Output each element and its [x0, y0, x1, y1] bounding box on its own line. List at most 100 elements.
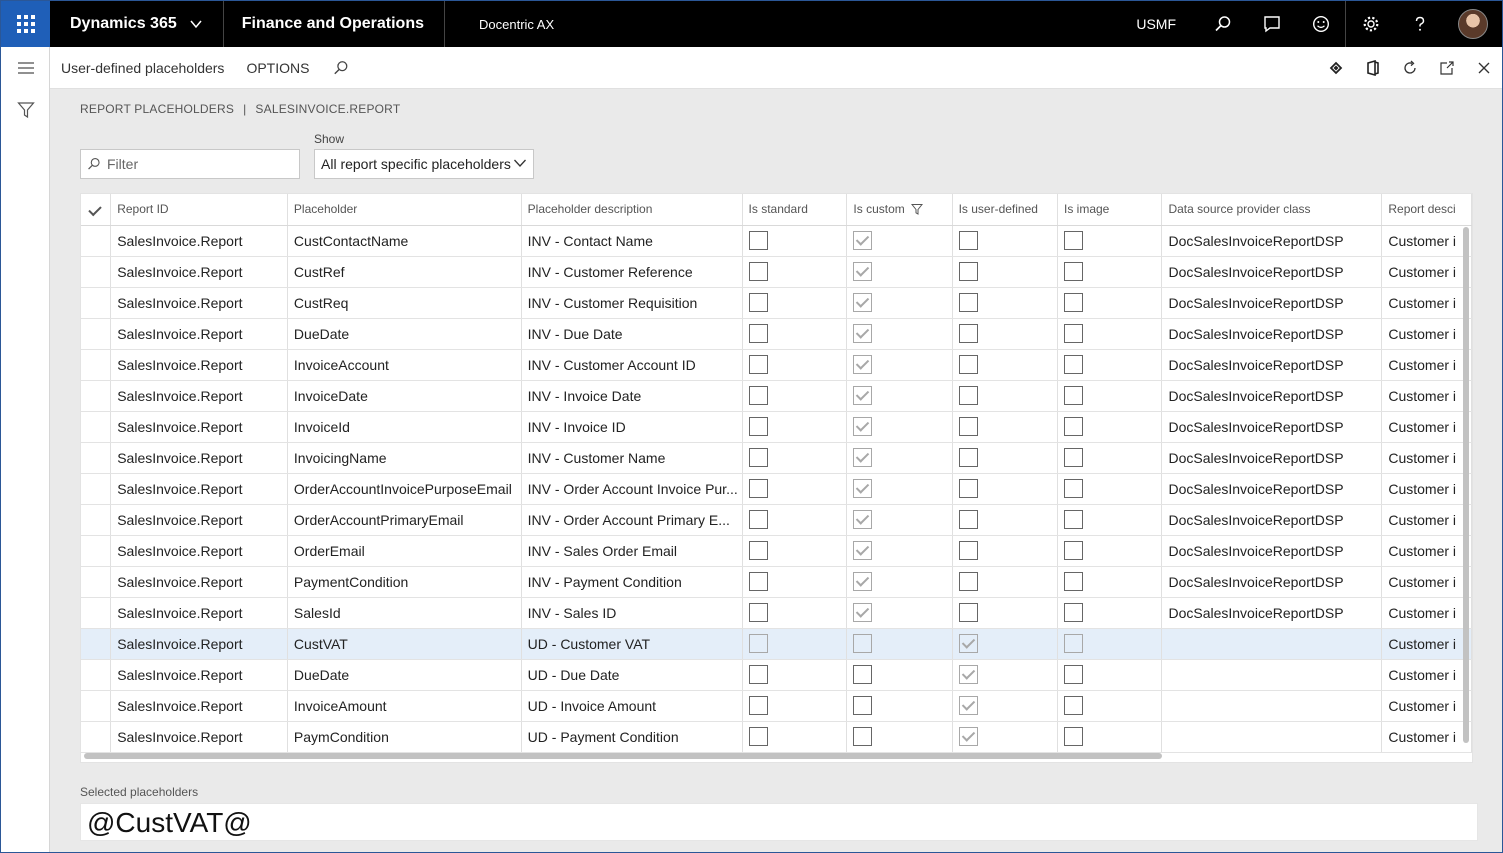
- cell-report-description[interactable]: Customer i: [1381, 380, 1472, 412]
- cell-report-description[interactable]: Customer i: [1381, 535, 1472, 567]
- cell-report-id[interactable]: SalesInvoice.Report: [110, 473, 288, 505]
- cell-is-standard-checkbox[interactable]: [748, 665, 768, 684]
- search-icon[interactable]: [1198, 1, 1247, 47]
- row-selector[interactable]: [81, 597, 112, 629]
- row-selector[interactable]: [81, 442, 112, 474]
- cell-provider-class[interactable]: DocSalesInvoiceReportDSP: [1161, 225, 1383, 257]
- column-header-report-description[interactable]: Report desci: [1381, 194, 1472, 226]
- refresh-icon[interactable]: [1391, 47, 1428, 89]
- cell-is-user-defined-checkbox[interactable]: [958, 541, 978, 560]
- cell-description[interactable]: INV - Customer Account ID: [521, 349, 743, 381]
- table-row[interactable]: SalesInvoice.Report SalesId INV - Sales ID…: [81, 597, 1472, 629]
- column-header-is-user-defined[interactable]: Is user-defined: [952, 194, 1059, 226]
- cell-placeholder[interactable]: DueDate: [287, 659, 522, 691]
- cell-report-description[interactable]: Customer i: [1381, 256, 1472, 288]
- cell-description[interactable]: UD - Due Date: [521, 659, 743, 691]
- cell-report-id[interactable]: SalesInvoice.Report: [110, 256, 288, 288]
- cell-report-description[interactable]: Customer i: [1381, 411, 1472, 443]
- cell-provider-class[interactable]: DocSalesInvoiceReportDSP: [1161, 287, 1383, 319]
- cell-placeholder[interactable]: OrderAccountPrimaryEmail: [287, 504, 522, 536]
- cell-provider-class[interactable]: DocSalesInvoiceReportDSP: [1161, 442, 1383, 474]
- cell-is-image-checkbox[interactable]: [1064, 634, 1083, 653]
- cell-is-standard-checkbox[interactable]: [748, 479, 768, 498]
- row-selector[interactable]: [81, 411, 112, 443]
- cell-is-custom-checkbox[interactable]: [853, 262, 873, 281]
- cell-description[interactable]: INV - Order Account Primary E...: [521, 504, 743, 536]
- table-row[interactable]: SalesInvoice.Report DueDate INV - Due Date…: [81, 318, 1472, 350]
- options-tab[interactable]: OPTIONS: [224, 60, 309, 76]
- table-row[interactable]: SalesInvoice.Report CustRef INV - Customer…: [81, 256, 1472, 288]
- cell-report-id[interactable]: SalesInvoice.Report: [110, 225, 288, 257]
- cell-is-image-checkbox[interactable]: [1064, 417, 1083, 436]
- table-row[interactable]: SalesInvoice.Report CustVAT UD - Customer …: [81, 628, 1472, 660]
- cell-description[interactable]: INV - Sales ID: [521, 597, 743, 629]
- cell-description[interactable]: INV - Invoice Date: [521, 380, 743, 412]
- cell-report-id[interactable]: SalesInvoice.Report: [110, 566, 288, 598]
- cell-placeholder[interactable]: InvoiceAccount: [287, 349, 522, 381]
- cell-is-custom-checkbox[interactable]: [853, 696, 873, 715]
- cell-report-id[interactable]: SalesInvoice.Report: [110, 380, 288, 412]
- cell-report-description[interactable]: Customer i: [1381, 721, 1472, 753]
- cell-placeholder[interactable]: InvoiceId: [287, 411, 522, 443]
- cell-description[interactable]: INV - Payment Condition: [521, 566, 743, 598]
- cell-is-custom-checkbox[interactable]: [853, 727, 873, 746]
- vertical-scrollbar[interactable]: [1463, 227, 1469, 743]
- cell-provider-class[interactable]: [1161, 721, 1383, 753]
- cell-report-id[interactable]: SalesInvoice.Report: [110, 504, 288, 536]
- cell-is-standard-checkbox[interactable]: [748, 510, 768, 529]
- cell-report-description[interactable]: Customer i: [1381, 659, 1472, 691]
- cell-report-id[interactable]: SalesInvoice.Report: [110, 287, 288, 319]
- table-row[interactable]: SalesInvoice.Report PaymCondition UD - Pay…: [81, 721, 1472, 753]
- cell-placeholder[interactable]: PaymCondition: [287, 721, 522, 753]
- row-selector[interactable]: [81, 504, 112, 536]
- cell-description[interactable]: INV - Invoice ID: [521, 411, 743, 443]
- row-selector[interactable]: [81, 628, 112, 660]
- cell-report-id[interactable]: SalesInvoice.Report: [110, 535, 288, 567]
- cell-is-user-defined-checkbox[interactable]: [958, 231, 978, 250]
- cell-report-id[interactable]: SalesInvoice.Report: [110, 721, 288, 753]
- cell-provider-class[interactable]: [1161, 659, 1383, 691]
- table-row[interactable]: SalesInvoice.Report InvoiceId INV - Invoic…: [81, 411, 1472, 443]
- cell-placeholder[interactable]: CustVAT: [287, 628, 522, 660]
- cell-provider-class[interactable]: DocSalesInvoiceReportDSP: [1161, 535, 1383, 567]
- cell-is-user-defined-checkbox[interactable]: [958, 727, 978, 746]
- row-selector[interactable]: [81, 287, 112, 319]
- app-launcher-icon[interactable]: [1, 1, 50, 47]
- cell-is-standard-checkbox[interactable]: [748, 448, 768, 467]
- cell-is-image-checkbox[interactable]: [1064, 262, 1083, 281]
- row-selector[interactable]: [81, 659, 112, 691]
- cell-report-id[interactable]: SalesInvoice.Report: [110, 628, 288, 660]
- cell-provider-class[interactable]: DocSalesInvoiceReportDSP: [1161, 411, 1383, 443]
- cell-placeholder[interactable]: InvoicingName: [287, 442, 522, 474]
- filter-field[interactable]: [80, 149, 300, 179]
- cell-is-image-checkbox[interactable]: [1064, 355, 1083, 374]
- cell-placeholder[interactable]: CustRef: [287, 256, 522, 288]
- cell-is-standard-checkbox[interactable]: [748, 262, 768, 281]
- column-header-is-custom[interactable]: Is custom: [846, 194, 953, 226]
- row-selector[interactable]: [81, 225, 112, 257]
- cell-placeholder[interactable]: SalesId: [287, 597, 522, 629]
- cell-is-user-defined-checkbox[interactable]: [958, 696, 978, 715]
- table-row[interactable]: SalesInvoice.Report CustReq INV - Customer…: [81, 287, 1472, 319]
- cell-is-image-checkbox[interactable]: [1064, 448, 1083, 467]
- cell-report-description[interactable]: Customer i: [1381, 504, 1472, 536]
- row-selector[interactable]: [81, 535, 112, 567]
- table-row[interactable]: SalesInvoice.Report InvoiceDate INV - Invo…: [81, 380, 1472, 412]
- table-row[interactable]: SalesInvoice.Report OrderAccountInvoicePu…: [81, 473, 1472, 505]
- message-icon[interactable]: [1247, 1, 1296, 47]
- cell-provider-class[interactable]: DocSalesInvoiceReportDSP: [1161, 566, 1383, 598]
- cell-placeholder[interactable]: InvoiceAmount: [287, 690, 522, 722]
- cell-is-image-checkbox[interactable]: [1064, 727, 1083, 746]
- cell-description[interactable]: INV - Sales Order Email: [521, 535, 743, 567]
- cell-report-description[interactable]: Customer i: [1381, 318, 1472, 350]
- cell-placeholder[interactable]: CustReq: [287, 287, 522, 319]
- cell-is-user-defined-checkbox[interactable]: [958, 448, 978, 467]
- cell-placeholder[interactable]: OrderAccountInvoicePurposeEmail: [287, 473, 522, 505]
- cell-is-user-defined-checkbox[interactable]: [958, 262, 978, 281]
- cell-report-description[interactable]: Customer i: [1381, 628, 1472, 660]
- cell-provider-class[interactable]: DocSalesInvoiceReportDSP: [1161, 349, 1383, 381]
- cell-is-user-defined-checkbox[interactable]: [958, 479, 978, 498]
- cell-report-id[interactable]: SalesInvoice.Report: [110, 659, 288, 691]
- cell-is-standard-checkbox[interactable]: [748, 293, 768, 312]
- cell-description[interactable]: INV - Customer Name: [521, 442, 743, 474]
